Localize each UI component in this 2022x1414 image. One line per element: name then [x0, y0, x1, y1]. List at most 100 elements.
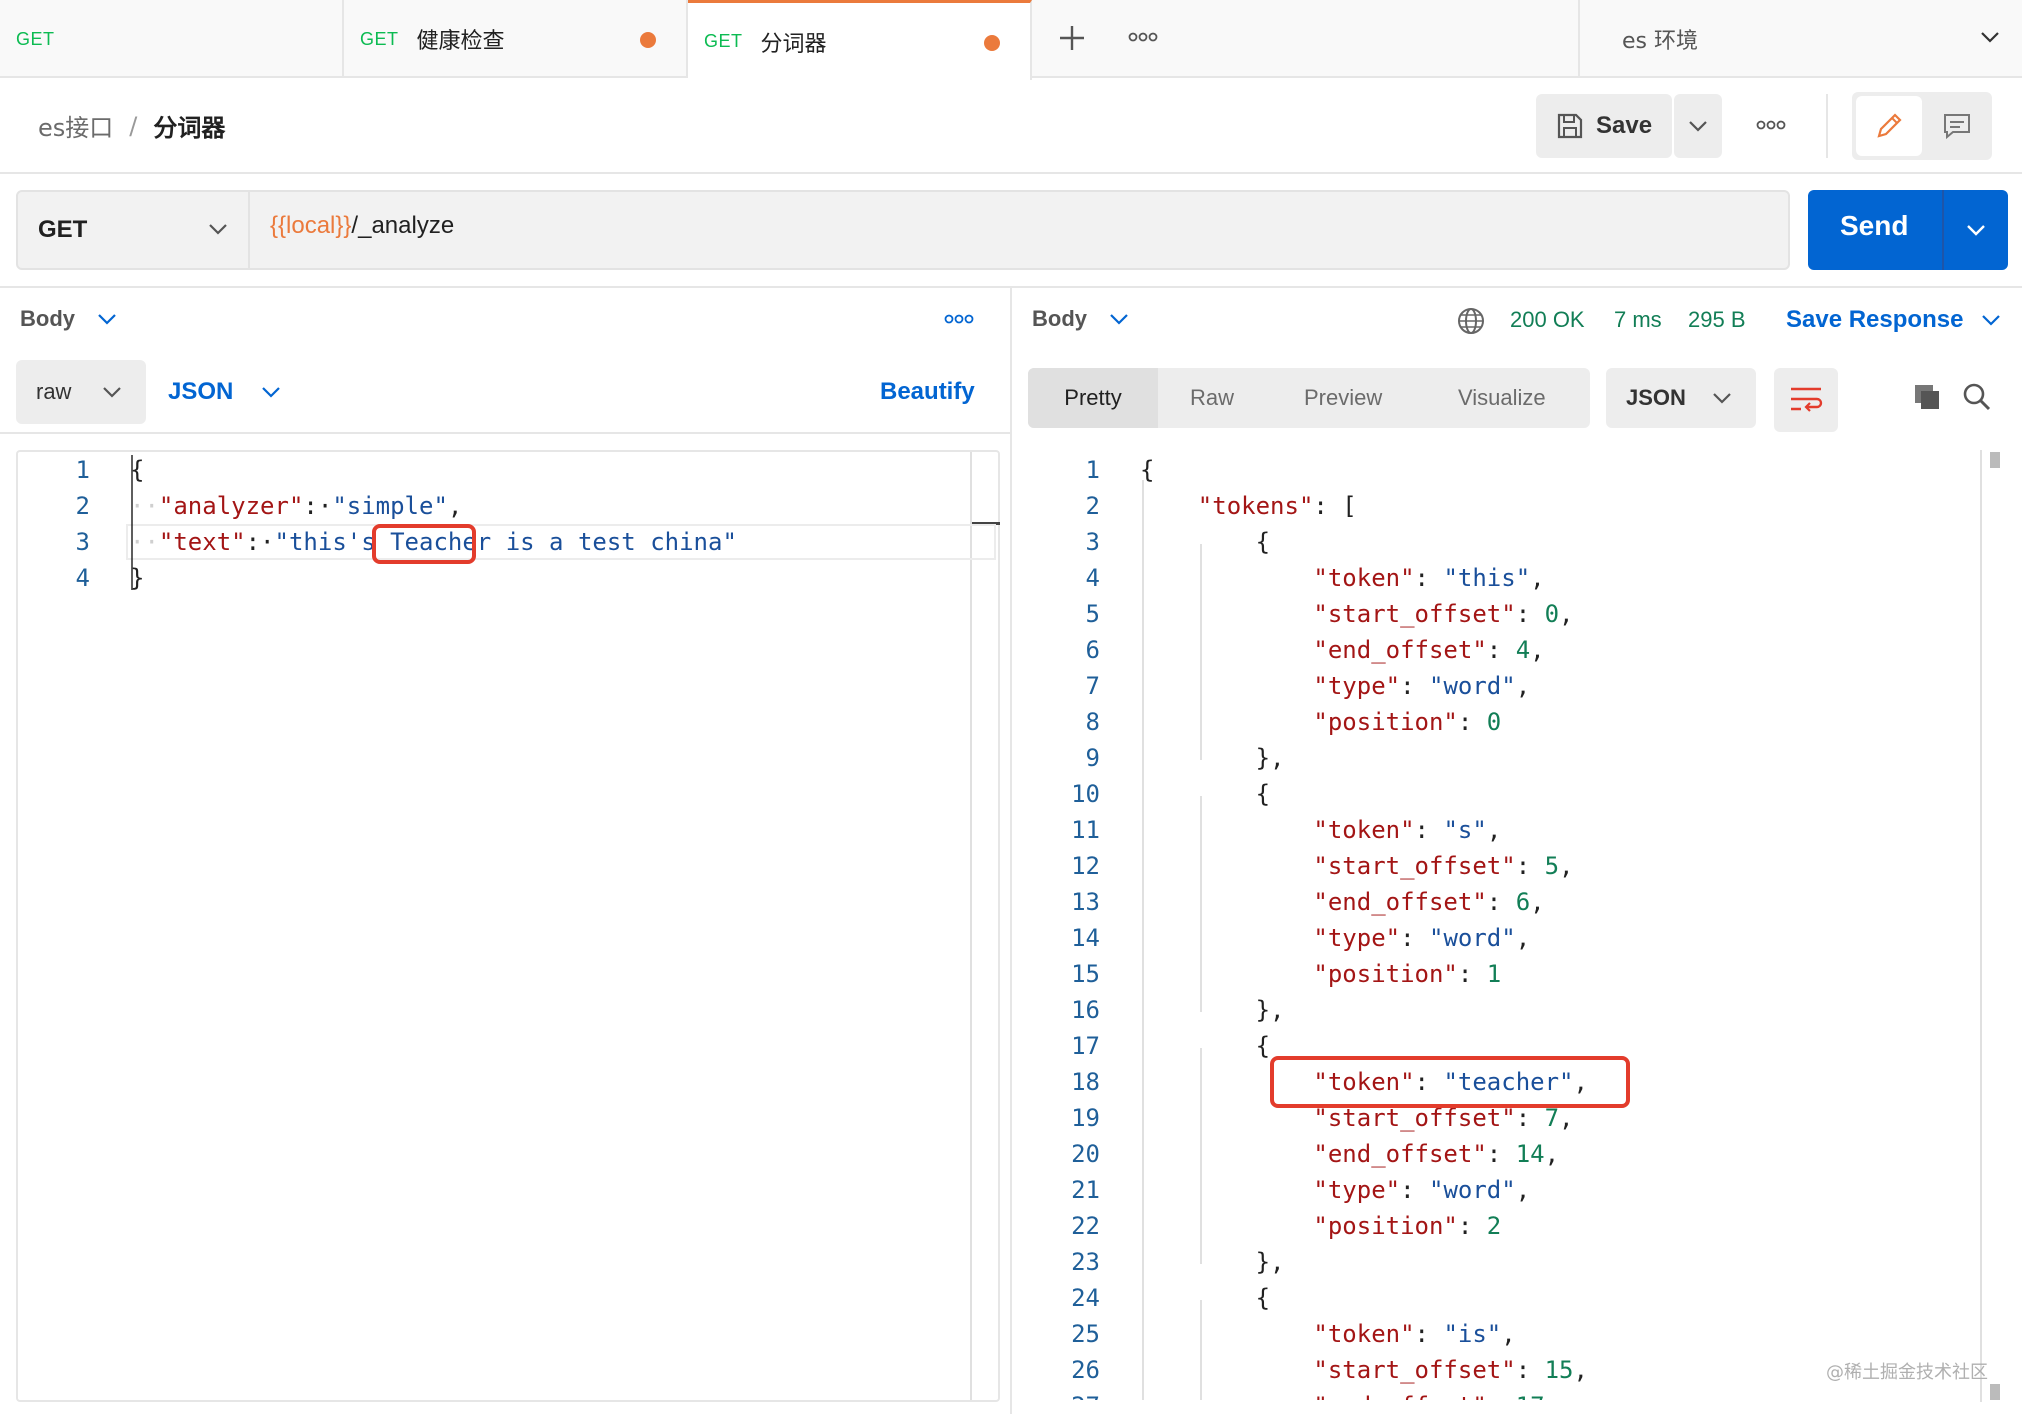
code-punct: , — [1486, 816, 1502, 844]
code-punct: : — [1457, 960, 1487, 988]
line-number: 13 — [1071, 888, 1100, 916]
line-number: 18 — [1071, 1068, 1100, 1096]
code-punct: : — [1515, 1356, 1545, 1384]
code-punct: : — [1313, 492, 1343, 520]
code-punct: : — [1486, 888, 1516, 916]
code-token: "end_offset" — [1313, 636, 1487, 664]
line-number: 4 — [1085, 564, 1100, 592]
code-punct: , — [1559, 852, 1574, 880]
code-token: "start_offset" — [1313, 600, 1516, 628]
code-token: "type" — [1313, 1176, 1401, 1204]
code-punct: , — [1559, 600, 1574, 628]
code-punct: }, — [1140, 1248, 1285, 1276]
code-punct: { — [1140, 528, 1271, 556]
code-line: "token": "is", — [1140, 1316, 1516, 1352]
code-token: 2 — [1486, 1212, 1502, 1240]
line-number: 7 — [1085, 672, 1100, 700]
code-punct: : — [1515, 1104, 1545, 1132]
code-punct: , — [1544, 1392, 1560, 1414]
code-line: "position": 0 — [1140, 704, 1501, 740]
code-token: 15 — [1544, 1356, 1574, 1384]
code-line: "end_offset": 17, — [1140, 1388, 1560, 1414]
code-punct: , — [1515, 924, 1531, 952]
code-punct: , — [1515, 672, 1531, 700]
code-token: "end_offset" — [1313, 1140, 1487, 1168]
code-punct: , — [1530, 564, 1545, 592]
code-punct: : — [1486, 636, 1516, 664]
code-token: "start_offset" — [1313, 1104, 1516, 1132]
line-number: 11 — [1071, 816, 1100, 844]
line-number: 2 — [1085, 492, 1100, 520]
code-punct: : — [1515, 600, 1545, 628]
code-token: 5 — [1544, 852, 1560, 880]
line-number: 24 — [1071, 1284, 1100, 1312]
line-number: 10 — [1071, 780, 1100, 808]
line-number: 6 — [1085, 636, 1100, 664]
line-number: 22 — [1071, 1212, 1100, 1240]
code-line: "position": 2 — [1140, 1208, 1501, 1244]
line-number: 5 — [1085, 600, 1100, 628]
response-code[interactable]: 1 2 3 4 5 6 7 8 9 10 11 12 13 14 15 16 17 18 19 20 21 22 23 24 2… — [0, 0, 2022, 1414]
line-number: 14 — [1071, 924, 1100, 952]
code-punct: : — [1515, 852, 1545, 880]
code-line: "type": "word", — [1140, 1172, 1530, 1208]
code-punct: , — [1515, 1176, 1531, 1204]
code-token: "end_offset" — [1313, 1392, 1487, 1414]
code-punct: : — [1457, 1212, 1487, 1240]
line-number: 16 — [1071, 996, 1100, 1024]
code-token: "type" — [1313, 672, 1401, 700]
code-token: "is" — [1443, 1320, 1502, 1348]
line-number: 12 — [1071, 852, 1100, 880]
code-line: "end_offset": 6, — [1140, 884, 1545, 920]
code-token: "token" — [1313, 1320, 1415, 1348]
code-line: "tokens": [ — [1140, 488, 1357, 524]
code-punct: : — [1414, 564, 1444, 592]
code-line: { — [1140, 452, 1154, 488]
code-line: "end_offset": 14, — [1140, 1136, 1559, 1172]
code-token: 17 — [1515, 1392, 1545, 1414]
code-token: 1 — [1486, 960, 1502, 988]
code-punct: : — [1486, 1140, 1516, 1168]
code-punct: { — [1140, 1284, 1271, 1312]
code-token: { — [1140, 456, 1155, 484]
code-line: "start_offset": 15, — [1140, 1352, 1588, 1388]
code-token: "this" — [1443, 564, 1531, 592]
code-token: "start_offset" — [1313, 852, 1516, 880]
code-line: { — [1140, 776, 1270, 812]
highlight-annotation-teacher-token — [1270, 1056, 1630, 1108]
code-punct: , — [1559, 1104, 1574, 1132]
line-number: 8 — [1085, 708, 1100, 736]
code-punct: }, — [1140, 744, 1285, 772]
code-token: [ — [1342, 492, 1357, 520]
code-token: "token" — [1313, 564, 1415, 592]
code-line: }, — [1140, 1244, 1285, 1280]
code-punct: , — [1530, 636, 1545, 664]
code-line: { — [1140, 1280, 1270, 1316]
code-token: 14 — [1515, 1140, 1545, 1168]
code-token: "end_offset" — [1313, 888, 1487, 916]
code-punct: : — [1414, 1320, 1444, 1348]
code-line: "token": "this", — [1140, 560, 1545, 596]
line-number: 20 — [1071, 1140, 1100, 1168]
code-token: 0 — [1544, 600, 1560, 628]
line-number: 1 — [1085, 456, 1100, 484]
code-punct: : — [1414, 816, 1444, 844]
code-punct: , — [1501, 1320, 1516, 1348]
code-token: "start_offset" — [1313, 1356, 1516, 1384]
code-token: "position" — [1313, 960, 1458, 988]
code-line: "end_offset": 4, — [1140, 632, 1545, 668]
code-token: 6 — [1515, 888, 1531, 916]
code-line: "start_offset": 0, — [1140, 596, 1574, 632]
code-token: "s" — [1443, 816, 1487, 844]
code-punct: , — [1530, 888, 1545, 916]
line-number: 25 — [1071, 1320, 1100, 1348]
code-line: }, — [1140, 992, 1285, 1028]
code-line: "position": 1 — [1140, 956, 1501, 992]
code-token: "word" — [1429, 924, 1516, 952]
code-line: "token": "s", — [1140, 812, 1501, 848]
code-token: "token" — [1313, 816, 1415, 844]
code-token: "position" — [1313, 1212, 1458, 1240]
code-punct: }, — [1140, 996, 1285, 1024]
code-line: }, — [1140, 740, 1285, 776]
code-punct: , — [1544, 1140, 1560, 1168]
